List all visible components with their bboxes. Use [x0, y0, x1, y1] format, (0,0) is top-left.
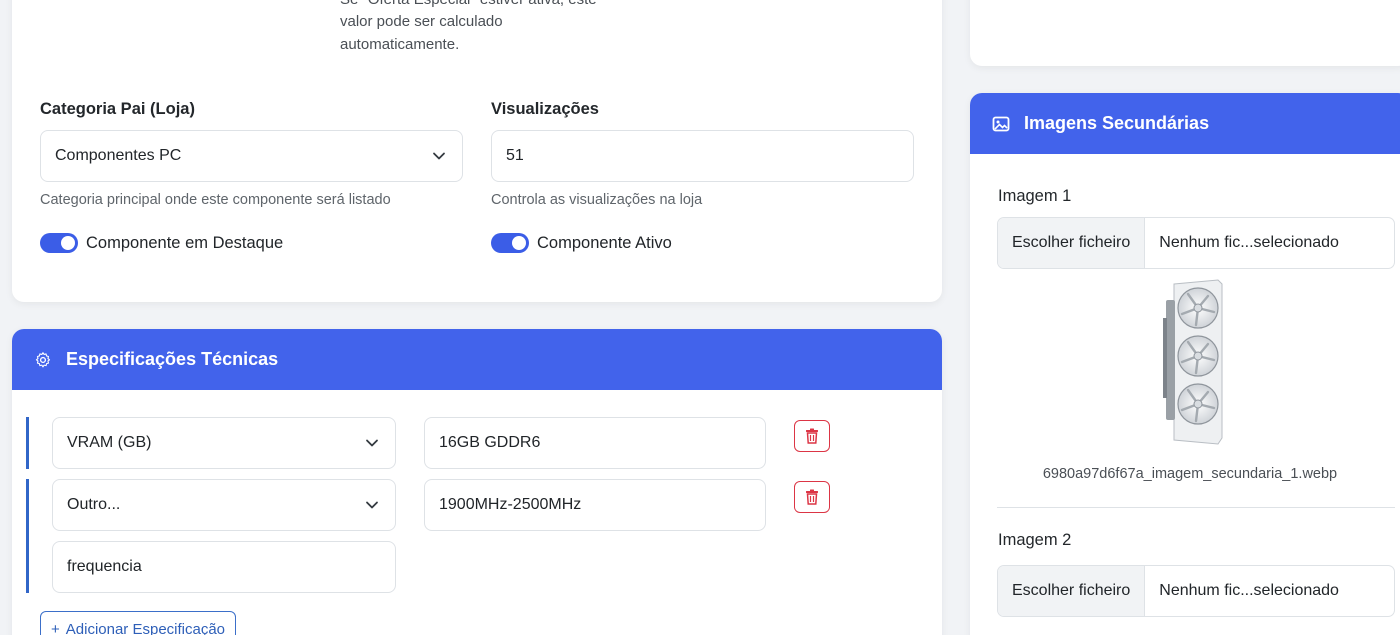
- spec-value-text: 16GB GDDR6: [439, 434, 541, 451]
- specs-title: Especificações Técnicas: [66, 349, 279, 369]
- image-1-file-input[interactable]: Escolher ficheiro Nenhum fic...seleciona…: [997, 217, 1395, 269]
- active-toggle-row[interactable]: Componente Ativo: [491, 233, 672, 253]
- category-hint: Categoria principal onde este componente…: [40, 192, 391, 208]
- offer-hint-line-3: automaticamente.: [340, 36, 460, 53]
- choose-file-button[interactable]: Escolher ficheiro: [998, 218, 1146, 268]
- custom-spec-name-input[interactable]: frequencia: [52, 541, 396, 593]
- delete-spec-button[interactable]: [794, 420, 830, 452]
- specs-card-header: Especificações Técnicas: [12, 329, 942, 390]
- spec-type-value: Outro...: [67, 496, 121, 513]
- chevron-down-icon: [366, 501, 378, 509]
- active-toggle-label: Componente Ativo: [537, 233, 672, 252]
- spec-row-indicator: [26, 479, 29, 593]
- spec-value-input[interactable]: 16GB GDDR6: [424, 417, 766, 469]
- spec-type-select[interactable]: VRAM (GB): [52, 417, 396, 469]
- featured-toggle-label: Componente em Destaque: [86, 233, 284, 252]
- spec-type-select[interactable]: Outro...: [52, 479, 396, 531]
- offer-hint-line-2: valor pode ser calculado: [340, 13, 503, 30]
- active-toggle[interactable]: [491, 233, 529, 253]
- category-select-value: Componentes PC: [55, 147, 182, 164]
- delete-spec-button[interactable]: [794, 481, 830, 513]
- spec-value-text: 1900MHz-2500MHz: [439, 496, 582, 513]
- views-hint: Controla as visualizações na loja: [491, 192, 703, 208]
- image-1-filename: 6980a97d6f67a_imagem_secundaria_1.webp: [1042, 466, 1338, 482]
- custom-spec-name-value: frequencia: [67, 558, 142, 575]
- image-1-label: Imagem 1: [998, 187, 1072, 205]
- offer-hint-line-1: Se "Oferta Especial" estiver ativa, este: [340, 0, 597, 10]
- secondary-images-card: Imagens Secundárias Imagem 1 Escolher fi…: [970, 93, 1400, 635]
- specs-card: Especificações Técnicas VRAM (GB) 16GB G…: [12, 329, 942, 635]
- spec-type-value: VRAM (GB): [67, 434, 152, 451]
- gpu-preview-image: [1163, 279, 1223, 445]
- trash-icon: [806, 489, 818, 505]
- views-label: Visualizações: [491, 100, 599, 118]
- choose-file-button[interactable]: Escolher ficheiro: [998, 566, 1146, 616]
- image-icon: [992, 116, 1010, 131]
- images-title: Imagens Secundárias: [1024, 113, 1210, 133]
- featured-toggle[interactable]: [40, 233, 78, 253]
- general-info-card: Se "Oferta Especial" estiver ativa, este…: [12, 0, 942, 302]
- image-2-file-input[interactable]: Escolher ficheiro Nenhum fic...seleciona…: [997, 565, 1395, 617]
- chevron-down-icon: [366, 439, 378, 447]
- offer-price-hint: Se "Oferta Especial" estiver ativa, este…: [340, 0, 630, 56]
- category-select[interactable]: Componentes PC: [40, 130, 463, 182]
- images-card-header: Imagens Secundárias: [970, 93, 1400, 154]
- file-status: Nenhum fic...selecionado: [1159, 234, 1339, 251]
- right-top-card: [970, 0, 1400, 66]
- trash-icon: [806, 428, 818, 444]
- image-2-label: Imagem 2: [998, 531, 1072, 549]
- category-label: Categoria Pai (Loja): [40, 100, 195, 118]
- views-input[interactable]: 51: [491, 130, 914, 182]
- plus-icon: +: [51, 620, 60, 635]
- spec-value-input[interactable]: 1900MHz-2500MHz: [424, 479, 766, 531]
- views-input-value: 51: [506, 147, 524, 164]
- featured-toggle-row[interactable]: Componente em Destaque: [40, 233, 283, 253]
- add-spec-label: Adicionar Especificação: [65, 620, 226, 635]
- chevron-down-icon: [433, 152, 445, 160]
- spec-row-indicator: [26, 417, 29, 469]
- add-spec-button[interactable]: + Adicionar Especificação: [40, 611, 237, 635]
- image-divider: [997, 507, 1395, 508]
- gear-icon: [35, 351, 51, 367]
- file-status: Nenhum fic...selecionado: [1159, 582, 1339, 599]
